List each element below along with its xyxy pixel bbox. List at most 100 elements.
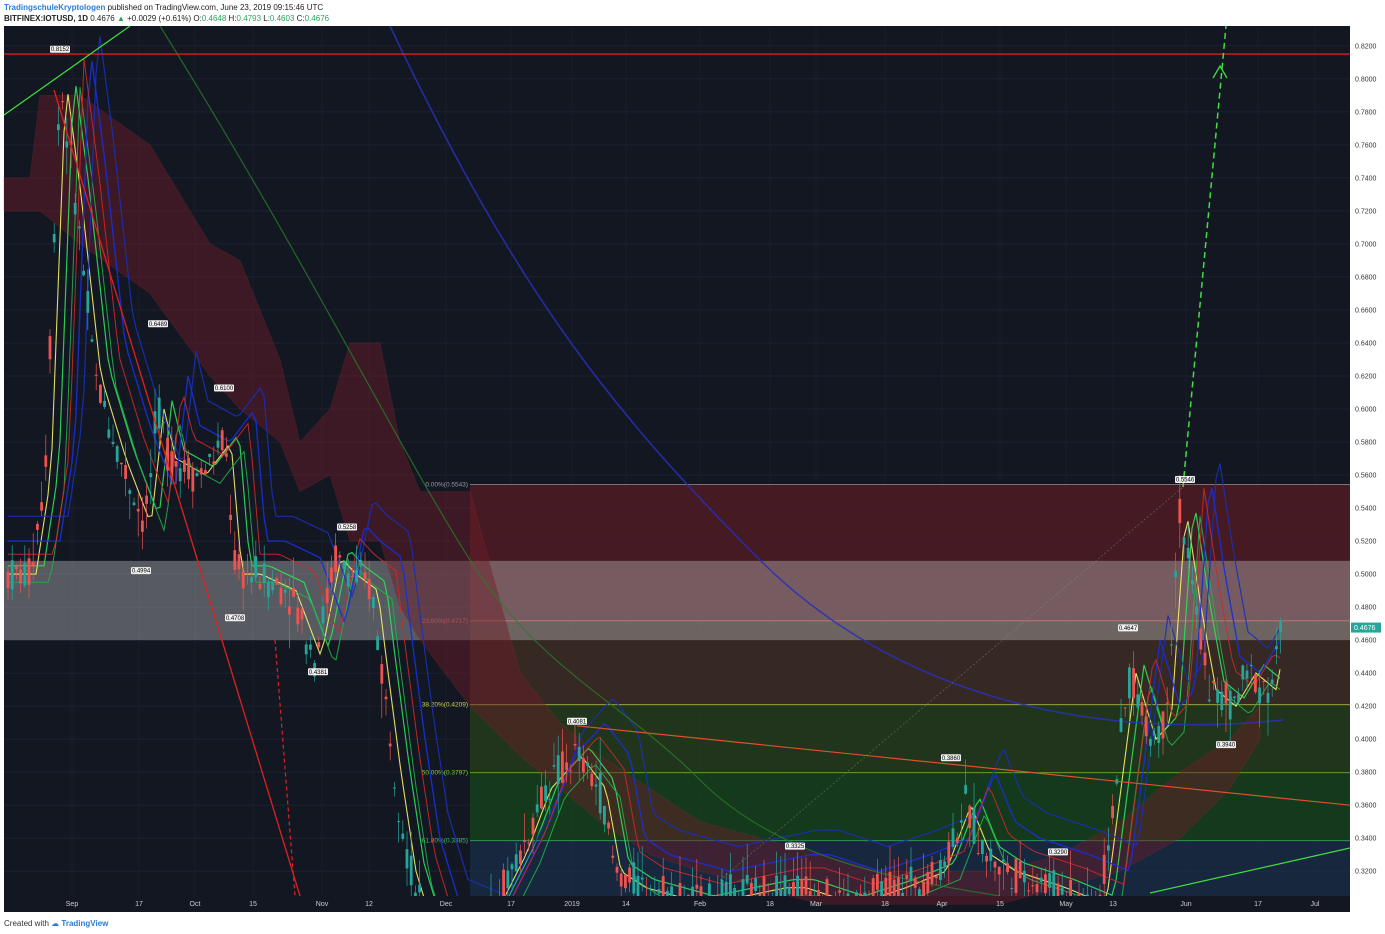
candle-body	[262, 563, 266, 584]
candle-body	[993, 861, 997, 868]
candle-body	[1174, 571, 1177, 578]
x-tick-label: Feb	[694, 901, 706, 908]
candle-body	[136, 508, 140, 512]
candle-body	[1144, 716, 1148, 737]
candle-body	[1023, 870, 1026, 883]
candle-body	[267, 581, 270, 598]
candle-body	[548, 799, 552, 801]
candle-body	[132, 502, 136, 506]
candle-body	[527, 842, 531, 844]
candle-body	[804, 876, 808, 895]
candle-body	[204, 470, 207, 475]
created-with-label: Created with	[4, 919, 49, 928]
candle-body	[1107, 845, 1110, 851]
candle-body	[330, 567, 333, 583]
time-axis[interactable]	[4, 896, 1350, 912]
candle	[1254, 672, 1257, 694]
footer: Created with ☁ TradingView	[4, 919, 108, 928]
y-tick-label: 0.8000	[1355, 76, 1377, 83]
price-label: 0.4081	[567, 717, 587, 725]
candle-body	[1241, 665, 1245, 680]
x-tick-label: Sep	[66, 901, 79, 908]
x-tick-label: Jul	[1311, 901, 1320, 908]
candle-body	[254, 556, 258, 577]
candle-body	[628, 867, 631, 883]
candle-body	[296, 607, 300, 625]
x-tick-label: 17	[507, 901, 515, 908]
candle-body	[1254, 674, 1257, 693]
candle	[473, 917, 476, 934]
candle-body	[1270, 679, 1274, 684]
candle-body	[985, 855, 988, 862]
candle-body	[90, 339, 94, 342]
candle-body	[523, 839, 526, 842]
price-label-text: 0.3940	[1217, 743, 1236, 749]
candle-body	[997, 866, 1001, 875]
y-tick-label: 0.3200	[1355, 869, 1377, 876]
candle-body	[859, 893, 862, 896]
candle-body	[598, 772, 602, 814]
x-tick-label: 12	[365, 901, 373, 908]
candle-body	[73, 202, 77, 215]
candle-body	[611, 855, 615, 858]
candle-body	[271, 581, 274, 591]
candle-body	[338, 555, 342, 558]
y-tick-label: 0.5600	[1355, 473, 1377, 480]
candle	[431, 930, 434, 934]
candle-body	[82, 270, 85, 276]
x-tick-label: 14	[622, 901, 630, 908]
candle-body	[162, 422, 165, 424]
candle-body	[926, 872, 930, 893]
x-tick-label: Oct	[190, 901, 201, 908]
candle-body	[300, 608, 304, 620]
candle-body	[1132, 668, 1135, 698]
tradingview-link[interactable]: TradingView	[61, 919, 108, 928]
candle-body	[292, 588, 295, 597]
candle-body	[1102, 854, 1106, 884]
x-tick-label: 18	[766, 901, 774, 908]
candle-body	[590, 773, 594, 787]
candle-body	[363, 572, 367, 580]
candle-body	[178, 468, 182, 482]
candle-body	[838, 890, 841, 893]
fib-level-label: 38.20%(0.4209)	[422, 702, 468, 709]
candle-body	[1165, 702, 1169, 704]
y-tick-label: 0.7400	[1355, 175, 1377, 182]
price-label-text: 0.4381	[309, 670, 328, 676]
candle-body	[258, 584, 262, 589]
y-tick-label: 0.5800	[1355, 440, 1377, 447]
candle-body	[1010, 888, 1014, 890]
candle-body	[905, 874, 909, 879]
price-label-text: 0.5546	[1176, 477, 1195, 483]
candle-body	[1044, 874, 1047, 894]
candle-body	[233, 550, 237, 570]
candle-body	[968, 805, 972, 829]
candle	[439, 912, 442, 934]
price-axis[interactable]	[1350, 26, 1381, 896]
candle-body	[372, 597, 375, 609]
candle-body	[57, 124, 60, 131]
candle-body	[1275, 646, 1278, 650]
candle-body	[934, 876, 938, 879]
candle-body	[531, 817, 535, 835]
price-label-text: 0.6489	[149, 322, 168, 328]
candle-body	[1052, 870, 1056, 896]
y-tick-label: 0.8200	[1355, 43, 1377, 50]
candle-body	[401, 833, 405, 839]
candle-body	[640, 877, 644, 880]
candle-body	[145, 495, 148, 504]
fib-level-label: 0.00%(0.5543)	[425, 481, 468, 488]
price-label: 0.3290	[1048, 848, 1068, 856]
price-label-text: 0.8152	[51, 47, 70, 53]
candle-body	[485, 916, 488, 919]
candle-body	[514, 854, 518, 872]
candle-body	[1161, 711, 1165, 739]
candle-body	[220, 430, 224, 451]
price-chart[interactable]: 0.00%(0.5543)23.60%(0.4717)38.20%(0.4209…	[0, 0, 1385, 934]
candle-body	[61, 101, 64, 103]
candle-body	[1262, 681, 1266, 683]
candle-body	[1149, 738, 1152, 746]
candle-body	[1014, 858, 1018, 893]
y-tick-label: 0.3400	[1355, 836, 1377, 843]
candle-body	[212, 461, 216, 465]
